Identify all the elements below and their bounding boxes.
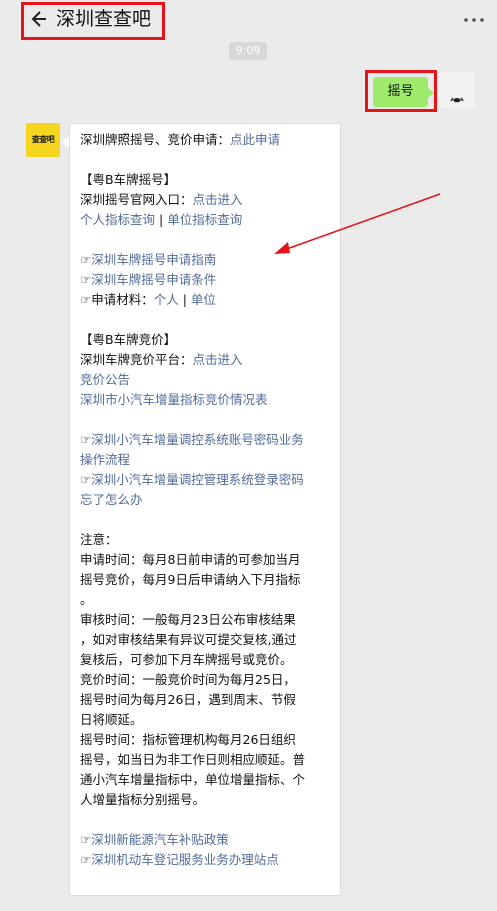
user-avatar[interactable] bbox=[439, 72, 475, 108]
note-text: 摇号时间：指标管理机构每月26日组织 bbox=[80, 732, 296, 747]
note-text: 竞价时间：一般竞价时间为每月25日， bbox=[80, 672, 296, 687]
note-text: 日将顺延。 bbox=[80, 712, 143, 727]
pointing-hand-icon: ☞ bbox=[80, 852, 92, 867]
conditions-line: ☞深圳车牌摇号申请条件 bbox=[80, 270, 338, 290]
note-text: 复核后，可参加下月车牌摇号或竞价。 bbox=[80, 652, 293, 667]
password-link[interactable]: 深圳小汽车增量调控管理系统登录密码 bbox=[91, 472, 304, 487]
pointing-hand-icon: ☞ bbox=[80, 472, 92, 487]
separator: | bbox=[178, 292, 191, 307]
guide-link[interactable]: 深圳车牌摇号申请指南 bbox=[91, 252, 216, 267]
lottery-site-prefix: 深圳摇号官网入口： bbox=[80, 192, 193, 207]
pointing-hand-icon: ☞ bbox=[80, 832, 92, 847]
account-process-line: ☞深圳小汽车增量调控系统账号密码业务 bbox=[80, 430, 338, 450]
password-link-cont[interactable]: 忘了怎么办 bbox=[80, 492, 143, 507]
apply-link[interactable]: 点此申请 bbox=[230, 132, 280, 147]
note-text: 摇号，如当日为非工作日则相应顺延。普 bbox=[80, 752, 306, 767]
red-arrow-annotation bbox=[274, 193, 441, 254]
cat-avatar-icon bbox=[439, 72, 475, 108]
separator: | bbox=[155, 212, 168, 227]
ev-subsidy-link[interactable]: 深圳新能源汽车补贴政策 bbox=[91, 832, 229, 847]
bot-avatar[interactable]: 查查吧 bbox=[26, 123, 60, 157]
account-process-link-cont[interactable]: 操作流程 bbox=[80, 452, 130, 467]
account-process-link[interactable]: 深圳小汽车增量调控系统账号密码业务 bbox=[91, 432, 304, 447]
apply-prefix: 深圳牌照摇号、竞价申请： bbox=[80, 132, 231, 147]
note-text: 摇号竞价，每月9日后申请纳入下月指标 bbox=[80, 572, 301, 587]
personal-materials-link[interactable]: 个人 bbox=[154, 292, 179, 307]
note-text: 通小汽车增量指标中，单位增量指标、个 bbox=[80, 772, 306, 787]
personal-quota-link[interactable]: 个人指标查询 bbox=[80, 212, 155, 227]
materials-line: ☞申请材料：个人 | 单位 bbox=[80, 290, 338, 310]
note-title: 注意： bbox=[80, 532, 118, 547]
note-text: ，如对审核结果有异议可提交复核,通过 bbox=[80, 632, 297, 647]
outgoing-bubble-tail bbox=[427, 87, 434, 99]
timestamp: 9:09 bbox=[229, 42, 267, 60]
back-arrow-icon[interactable] bbox=[30, 9, 50, 29]
pointing-hand-icon: ☞ bbox=[80, 272, 92, 287]
pointing-hand-icon: ☞ bbox=[80, 432, 92, 447]
password-line: ☞深圳小汽车增量调控管理系统登录密码 bbox=[80, 470, 338, 490]
note-text: 。 bbox=[80, 592, 93, 607]
note-text: 人增量指标分别摇号。 bbox=[80, 792, 206, 807]
bidding-site-link[interactable]: 点击进入 bbox=[193, 352, 243, 367]
bidding-site-prefix: 深圳车牌竞价平台： bbox=[80, 352, 193, 367]
chat-title: 深圳查查吧 bbox=[56, 8, 152, 30]
note-text: 审核时间：一般每月23日公布审核结果 bbox=[80, 612, 296, 627]
company-quota-link[interactable]: 单位指标查询 bbox=[167, 212, 242, 227]
chat-header: 深圳查查吧 bbox=[0, 0, 497, 40]
bidding-section-title: 【粤B车牌竞价】 bbox=[80, 332, 177, 347]
incoming-bubble-tail bbox=[62, 136, 69, 148]
bidding-notice-link[interactable]: 竞价公告 bbox=[80, 372, 130, 387]
company-materials-link[interactable]: 单位 bbox=[191, 292, 216, 307]
lottery-site-link[interactable]: 点击进入 bbox=[193, 192, 243, 207]
service-sites-link[interactable]: 深圳机动车登记服务业务办理站点 bbox=[91, 852, 279, 867]
bidding-site-line: 深圳车牌竞价平台：点击进入 bbox=[80, 350, 338, 370]
lottery-section-title: 【粤B车牌摇号】 bbox=[80, 172, 177, 187]
pointing-hand-icon: ☞ bbox=[80, 252, 92, 267]
note-text: 摇号时间为每月26日，遇到周末、节假 bbox=[80, 692, 296, 707]
note-text: 申请时间：每月8日前申请的可参加当月 bbox=[80, 552, 301, 567]
service-sites-line: ☞深圳机动车登记服务业务办理站点 bbox=[80, 850, 338, 870]
outgoing-message-bubble[interactable]: 摇号 bbox=[373, 77, 428, 107]
materials-prefix: 申请材料： bbox=[91, 292, 154, 307]
bidding-results-link[interactable]: 深圳市小汽车增量指标竞价情况表 bbox=[80, 392, 268, 407]
more-options-icon[interactable] bbox=[463, 16, 485, 24]
pointing-hand-icon: ☞ bbox=[80, 292, 92, 307]
ev-subsidy-line: ☞深圳新能源汽车补贴政策 bbox=[80, 830, 338, 850]
apply-line: 深圳牌照摇号、竞价申请：点此申请 bbox=[80, 130, 338, 150]
conditions-link[interactable]: 深圳车牌摇号申请条件 bbox=[91, 272, 216, 287]
